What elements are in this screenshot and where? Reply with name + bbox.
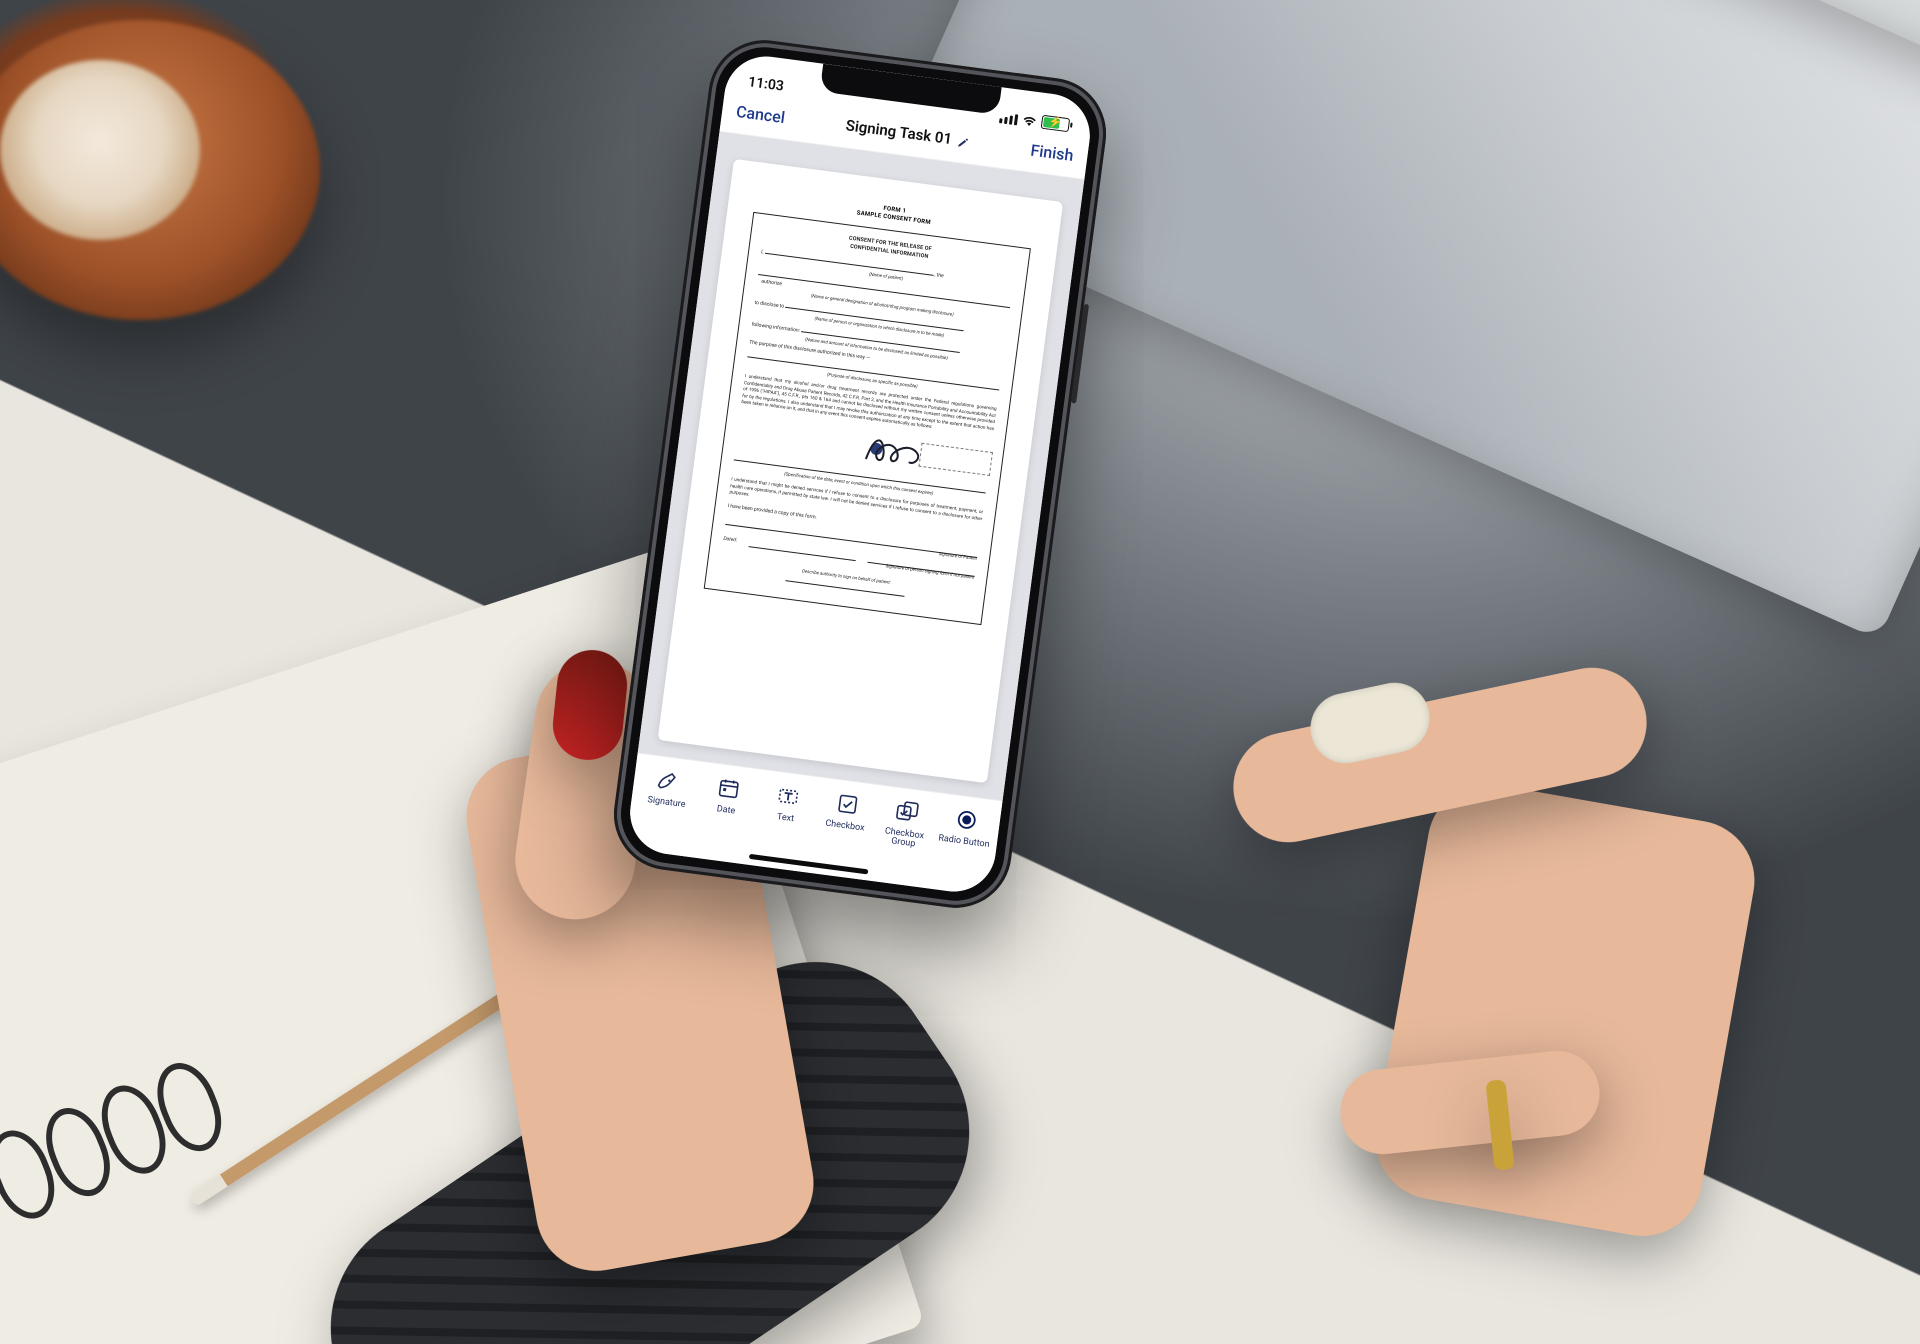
radio-button-icon [952,805,981,834]
document-page[interactable]: FORM 1 SAMPLE CONSENT FORM CONSENT FOR T… [658,159,1064,783]
decor-mug [0,20,320,320]
tool-text-label: Text [775,813,795,835]
cancel-button[interactable]: Cancel [735,101,786,126]
checkbox-group-icon [893,797,922,826]
tool-checkbox-label: Checkbox [823,820,865,845]
document-viewport[interactable]: FORM 1 SAMPLE CONSENT FORM CONSENT FOR T… [636,131,1084,812]
doc-frame: CONSENT FOR THE RELEASE OF CONFIDENTIAL … [704,212,1031,625]
tool-checkbox-group[interactable]: Checkbox Group [874,795,938,853]
checkbox-icon [833,790,862,819]
doc-lead-i: I, [761,249,764,255]
page-title[interactable]: Signing Task 01 [845,116,971,150]
tool-checkbox[interactable]: Checkbox [814,788,878,846]
tool-date[interactable]: Date [695,772,759,830]
tool-radio-button[interactable]: Radio Button [933,803,997,861]
finish-button[interactable]: Finish [1030,140,1075,164]
tool-text[interactable]: Text [755,780,819,838]
tool-radio-button-label: Radio Button [936,834,990,861]
phone-device: 11:03 ⚡ Cancel Signing Task 01 [607,33,1113,914]
edit-title-icon[interactable] [957,134,970,147]
tool-date-label: Date [715,805,736,827]
tool-signature-label: Signature [645,796,685,821]
tool-signature[interactable]: Signature [636,764,700,822]
calendar-icon [714,774,743,803]
scene-background: 11:03 ⚡ Cancel Signing Task 01 [0,0,1920,1344]
doc-lead-the: , the [934,272,944,279]
tool-checkbox-group-label: Checkbox Group [874,826,934,853]
pen-nib-icon [655,766,684,795]
page-title-text: Signing Task 01 [845,116,953,148]
text-field-icon [774,782,803,811]
home-indicator[interactable] [749,854,869,875]
doc-disclose-to: to disclose to [754,300,784,310]
